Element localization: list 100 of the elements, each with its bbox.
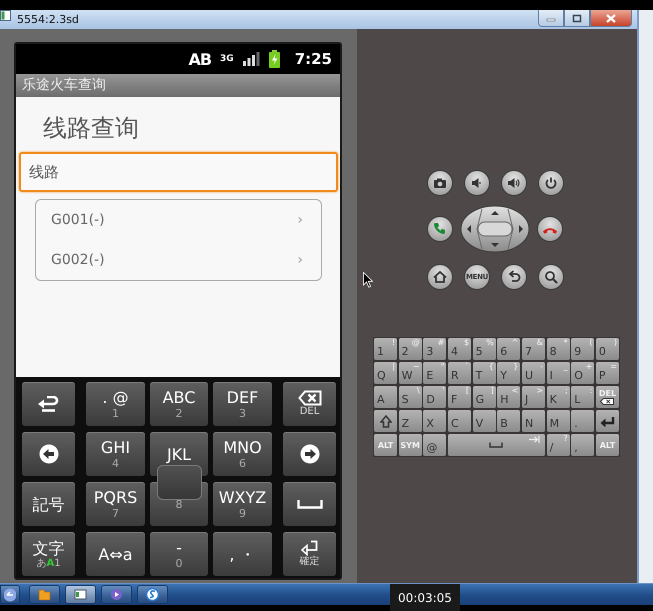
mouse-pointer-icon [363, 272, 373, 288]
start-orb-icon [4, 586, 16, 602]
keyboard-key[interactable]: B [497, 410, 520, 432]
keyboard-key[interactable]: O + [571, 362, 594, 384]
keyboard-key[interactable]: 確定 [283, 532, 336, 576]
keyboard-key[interactable]: L : [571, 386, 594, 408]
keyboard-key[interactable]: / ? [546, 434, 570, 456]
power-button[interactable] [538, 170, 564, 196]
camera-button[interactable] [427, 170, 453, 196]
start-button[interactable] [0, 585, 20, 604]
keyboard-key[interactable]: 4 $ [448, 338, 472, 360]
enter-icon [600, 416, 615, 426]
keyboard-key[interactable]: K ; [546, 386, 570, 408]
keyboard-key[interactable]: , ・ [213, 532, 272, 576]
keyboard-key[interactable]: DEF 3 [213, 382, 272, 426]
minimize-button[interactable] [538, 10, 564, 27]
taskbar-button[interactable] [137, 585, 168, 604]
keyboard-key[interactable]: N [522, 410, 546, 432]
keyboard-key[interactable] [22, 432, 75, 476]
keyboard-key[interactable]: 7 & [522, 338, 546, 360]
search-button[interactable] [538, 264, 564, 290]
route-input-field[interactable]: 线路 [19, 152, 338, 192]
volume-up-button[interactable] [501, 170, 527, 196]
keyboard-key[interactable]: A⇔a [86, 532, 145, 576]
keyboard-key[interactable]: W ~ [398, 362, 422, 384]
search-icon [543, 269, 559, 285]
shift-icon [380, 414, 392, 428]
keyboard-key[interactable]: Y } [497, 362, 520, 384]
chevron-icon: › [297, 252, 303, 268]
keyboard-key[interactable]: ALT [596, 434, 619, 456]
keyboard-key[interactable]: R ` [448, 362, 472, 384]
back-button[interactable] [501, 264, 527, 290]
keyboard-key[interactable]: J > [522, 386, 546, 408]
keyboard-key[interactable]: 1 ! [374, 338, 398, 360]
keyboard-key[interactable]: P = [596, 362, 619, 384]
keyboard-key[interactable]: Q | [374, 362, 398, 384]
keyboard-key[interactable]: H < [497, 386, 520, 408]
keyboard-key[interactable]: , [571, 434, 594, 456]
keyboard-key[interactable]: D ' [423, 386, 446, 408]
backspace-icon [298, 390, 322, 406]
keyboard-key[interactable]: ALT [374, 434, 398, 456]
taskbar-button[interactable] [65, 585, 96, 604]
keyboard-key[interactable]: E " [423, 362, 446, 384]
route-list-item[interactable]: G002(-) › [36, 240, 321, 280]
keyboard-key[interactable]: V [472, 410, 496, 432]
keyboard-key[interactable]: PQRS 7 [86, 482, 145, 526]
space-icon [296, 499, 322, 509]
keyboard-key[interactable] [22, 382, 75, 426]
keyboard-key[interactable]: I _ [546, 362, 570, 384]
dpad-control[interactable] [460, 205, 530, 253]
keyboard-key[interactable] [448, 434, 546, 456]
end-call-button[interactable] [537, 216, 563, 242]
keyboard-key[interactable] [596, 410, 619, 432]
app-title: 乐途火车查询 [16, 74, 340, 97]
volume-down-button[interactable] [464, 170, 490, 196]
keyboard-key[interactable]: A [374, 386, 398, 408]
close-button[interactable] [590, 10, 632, 27]
keyboard-key[interactable]: - 0 [150, 532, 208, 576]
keyboard-key[interactable] [283, 482, 336, 526]
home-button[interactable] [427, 264, 453, 290]
keyboard-key[interactable]: U - [522, 362, 546, 384]
keyboard-key[interactable]: WXYZ 9 [213, 482, 272, 526]
recording-timer: 00:03:05 [390, 584, 460, 611]
keyboard-key[interactable]: 6 ^ [497, 338, 520, 360]
keyboard-key[interactable]: 8 * [546, 338, 570, 360]
keyboard-key[interactable]: G ] [472, 386, 496, 408]
back-arrow-icon [506, 269, 522, 285]
keyboard-key[interactable]: GHI 4 [86, 432, 145, 476]
keyboard-key[interactable]: 9 ( [571, 338, 594, 360]
keyboard-key[interactable]: @ [423, 434, 446, 456]
power-icon [543, 175, 559, 191]
keyboard-key[interactable]: 0 ) [596, 338, 619, 360]
keyboard-key[interactable]: SYM [398, 434, 422, 456]
keyboard-key[interactable]: 3 # [423, 338, 446, 360]
keyboard-key[interactable]: 文字 あA1 [22, 532, 75, 576]
clock: 7:25 [294, 50, 332, 68]
route-list-item[interactable]: G001(-) › [36, 200, 321, 240]
keyboard-key[interactable]: MNO 6 [213, 432, 272, 476]
keyboard-key[interactable]: . @ 1 [86, 382, 145, 426]
keyboard-key[interactable]: S \ [398, 386, 422, 408]
keyboard-key[interactable]: F [ [448, 386, 472, 408]
keyboard-key[interactable] [283, 432, 336, 476]
keyboard-key[interactable]: M [546, 410, 570, 432]
network-type-indicator: 3G [220, 54, 234, 64]
keyboard-key[interactable]: ABC 2 [150, 382, 208, 426]
keyboard-key[interactable]: C [448, 410, 472, 432]
maximize-button[interactable] [564, 10, 590, 27]
keyboard-key[interactable] [374, 410, 398, 432]
call-button[interactable] [427, 216, 453, 242]
keyboard-key[interactable]: . [571, 410, 594, 432]
keyboard-key[interactable]: DEL [283, 382, 336, 426]
taskbar-button[interactable] [29, 585, 60, 604]
keyboard-key[interactable]: 記号 [22, 482, 75, 526]
volume-up-icon [506, 175, 522, 191]
keyboard-key[interactable]: 2 @ [398, 338, 422, 360]
keyboard-key[interactable]: Z [398, 410, 422, 432]
keyboard-key[interactable]: 5 % [472, 338, 496, 360]
keyboard-key[interactable]: T { [472, 362, 496, 384]
keyboard-key[interactable]: X [423, 410, 446, 432]
backspace-icon [600, 398, 614, 405]
